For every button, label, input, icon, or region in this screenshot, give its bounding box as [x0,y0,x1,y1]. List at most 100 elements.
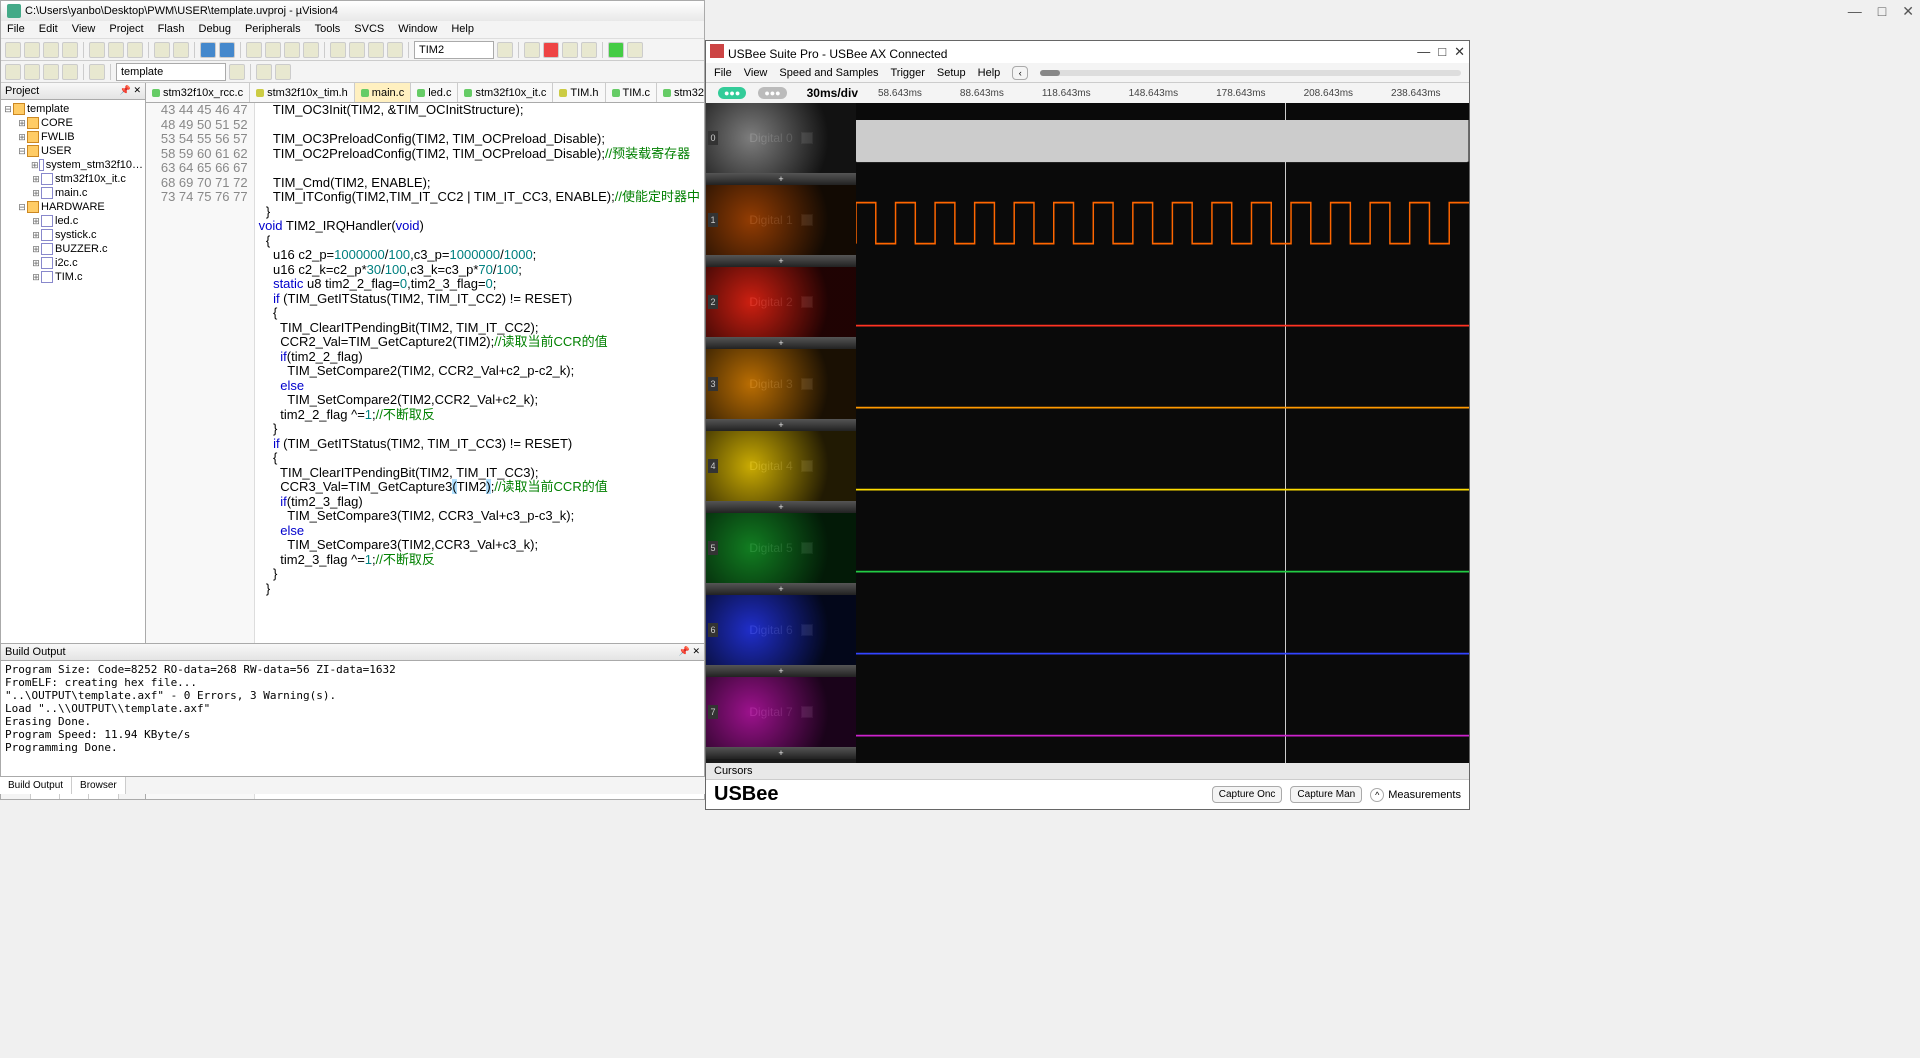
menu-trigger[interactable]: Trigger [890,67,924,79]
comment-icon[interactable] [368,42,384,58]
menu-debug[interactable]: Debug [199,23,231,36]
tree-file[interactable]: BUZZER.c [55,243,108,255]
build-all-icon[interactable] [43,64,59,80]
channel-add-bar[interactable]: + [706,419,856,431]
target-combo[interactable]: template [116,63,226,81]
file-tab[interactable]: led.c [411,83,458,102]
books-icon[interactable] [275,64,291,80]
copy-icon[interactable] [108,42,124,58]
tree-file[interactable]: main.c [55,187,87,199]
bp-kill-icon[interactable] [581,42,597,58]
file-tab[interactable]: main.c [355,83,411,102]
bookmark-clear-icon[interactable] [303,42,319,58]
debug-icon[interactable] [524,42,540,58]
tree-folder[interactable]: USER [41,145,72,157]
tree-root[interactable]: template [27,103,69,115]
bottom-tabs[interactable]: Build Output Browser [0,776,705,794]
usbee-menubar[interactable]: File View Speed and Samples Trigger Setu… [706,63,1469,83]
file-tab[interactable]: stm32f10x_it.c [458,83,553,102]
channel-add-bar[interactable]: + [706,501,856,513]
keil-menubar[interactable]: File Edit View Project Flash Debug Perip… [1,21,704,39]
maximize-icon[interactable]: □ [1878,3,1886,20]
menu-window[interactable]: Window [398,23,437,36]
tree-folder[interactable]: FWLIB [41,131,75,143]
maximize-icon[interactable]: □ [1438,44,1446,60]
pin-icon[interactable]: 📌 ✕ [679,646,700,658]
build-output-text[interactable]: Program Size: Code=8252 RO-data=268 RW-d… [1,661,704,792]
file-tab[interactable]: TIM.h [553,83,605,102]
channel-add-bar[interactable]: + [706,337,856,349]
target-opts-icon[interactable] [229,64,245,80]
menu-peripherals[interactable]: Peripherals [245,23,301,36]
file-tab[interactable]: TIM.c [606,83,658,102]
manage-icon[interactable] [256,64,272,80]
run-icon[interactable] [608,42,624,58]
menu-setup[interactable]: Setup [937,67,966,79]
menu-svcs[interactable]: SVCS [354,23,384,36]
menu-view[interactable]: View [744,67,768,79]
file-tabs[interactable]: stm32f10x_rcc.cstm32f10x_tim.hmain.cled.… [146,83,704,103]
saveall-icon[interactable] [62,42,78,58]
channel-add-bar[interactable]: + [706,173,856,185]
menu-speed[interactable]: Speed and Samples [779,67,878,79]
file-tab[interactable]: stm32f10x_tim.h [250,83,355,102]
waveform-column[interactable] [856,103,1469,763]
tree-file[interactable]: i2c.c [55,257,78,269]
close-icon[interactable]: ✕ [1902,3,1914,20]
rebuild-icon[interactable] [24,64,40,80]
channel-add-bar[interactable]: + [706,747,856,759]
close-icon[interactable]: ✕ [1454,44,1465,60]
menu-help[interactable]: Help [978,67,1001,79]
outer-window-buttons[interactable]: ― □ ✕ [1848,3,1914,20]
file-tab[interactable]: stm32 [657,83,704,102]
minimize-icon[interactable]: ― [1417,44,1430,60]
redo-icon[interactable] [173,42,189,58]
nav-fwd-icon[interactable] [219,42,235,58]
menu-help[interactable]: Help [451,23,474,36]
scrollbar[interactable] [1040,70,1461,76]
cut-icon[interactable] [89,42,105,58]
tree-file[interactable]: led.c [55,215,78,227]
find-combo[interactable]: TIM2 [414,41,494,59]
channel-add-bar[interactable]: + [706,255,856,267]
scroll-left-icon[interactable]: ‹ [1012,66,1028,80]
menu-project[interactable]: Project [109,23,143,36]
menu-file[interactable]: File [7,23,25,36]
menu-tools[interactable]: Tools [315,23,341,36]
bookmark-icon[interactable] [246,42,262,58]
save-icon[interactable] [43,42,59,58]
channel-add-bar[interactable]: + [706,665,856,677]
nav-back-icon[interactable] [200,42,216,58]
menu-edit[interactable]: Edit [39,23,58,36]
minimize-icon[interactable]: ― [1848,3,1862,20]
file-tab[interactable]: stm32f10x_rcc.c [146,83,250,102]
tree-file[interactable]: TIM.c [55,271,83,283]
capture-many-button[interactable]: Capture Man [1290,786,1362,803]
tree-folder[interactable]: CORE [41,117,73,129]
outdent-icon[interactable] [349,42,365,58]
uncomment-icon[interactable] [387,42,403,58]
breakpoint-icon[interactable] [543,42,559,58]
tree-folder[interactable]: HARDWARE [41,201,105,213]
stop-icon[interactable] [627,42,643,58]
capture-once-button[interactable]: Capture Onc [1212,786,1283,803]
download-icon[interactable] [89,64,105,80]
bookmark-prev-icon[interactable] [265,42,281,58]
menu-view[interactable]: View [72,23,96,36]
new-icon[interactable] [5,42,21,58]
tab-build-output[interactable]: Build Output [0,777,72,794]
stop-build-icon[interactable] [62,64,78,80]
tree-file[interactable]: stm32f10x_it.c [55,173,126,185]
tree-file[interactable]: systick.c [55,229,97,241]
open-icon[interactable] [24,42,40,58]
bookmark-next-icon[interactable] [284,42,300,58]
menu-file[interactable]: File [714,67,732,79]
indent-icon[interactable] [330,42,346,58]
pin-icon[interactable]: 📌 ✕ [120,85,141,97]
menu-flash[interactable]: Flash [158,23,185,36]
tab-browser[interactable]: Browser [72,777,126,794]
chevron-up-icon[interactable]: ^ [1370,788,1384,802]
find-icon[interactable] [497,42,513,58]
channel-add-bar[interactable]: + [706,583,856,595]
paste-icon[interactable] [127,42,143,58]
